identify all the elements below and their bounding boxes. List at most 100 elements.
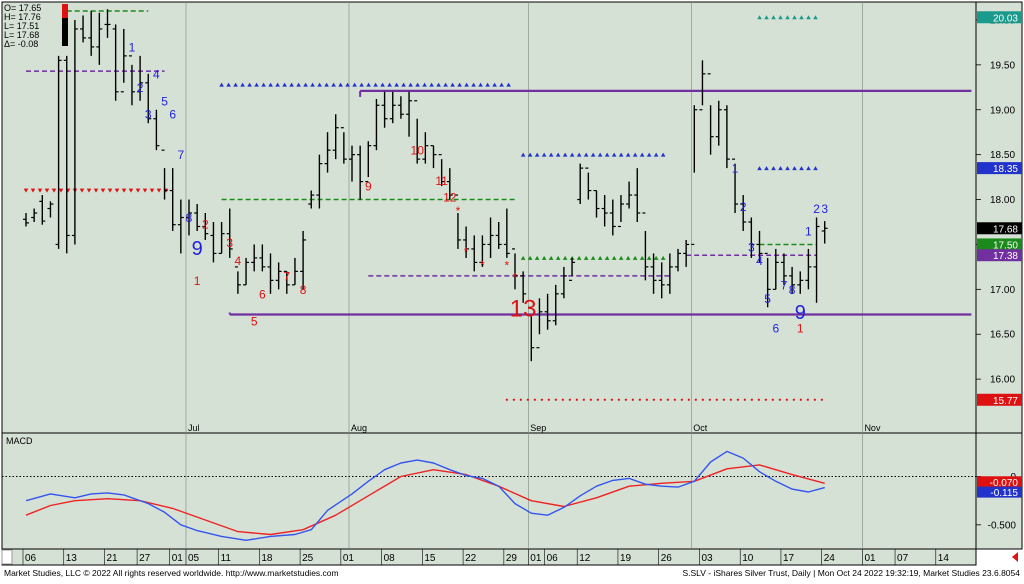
price-tick-label: 19.00 [990,105,1015,116]
date-tick-label: 01 [172,553,184,564]
count-label: 2 [202,217,209,231]
level-dot [582,398,585,401]
price-tick-label: 16.00 [990,375,1015,386]
level-dot [757,398,760,401]
footer-info: S.SLV - iShares Silver Trust, Daily | Mo… [682,568,1020,578]
level-dot [722,398,725,401]
count-label: 7 [178,148,185,162]
level-dot [666,398,669,401]
level-dot [715,398,718,401]
count-label: 12 [443,190,457,204]
count-label: 1 [129,40,136,54]
count-label: 8 [789,283,796,297]
date-tick-label: 05 [188,553,200,564]
level-dot [687,398,690,401]
count-label: 6 [169,108,176,122]
price-tag-label: 15.77 [993,396,1018,407]
level-dot [596,398,599,401]
count-label: 6 [772,321,779,335]
level-dot [512,398,515,401]
level-dot [554,398,557,401]
count-label: 2 [813,202,820,216]
month-label: Nov [864,423,881,433]
level-dot [694,398,697,401]
count-label: 5 [764,292,771,306]
level-dot [533,398,536,401]
level-dot [736,398,739,401]
level-dot [638,398,641,401]
count-label: 1 [732,162,739,176]
count-label: 2 [740,200,747,214]
price-panel[interactable] [1,1,977,434]
month-label: Sep [530,423,546,433]
count-label: 5 [161,94,168,108]
count-label: 4 [153,67,160,81]
level-dot [610,398,613,401]
date-tick-label: 27 [139,553,151,564]
date-tick-label: 15 [424,553,436,564]
level-dot [631,398,634,401]
date-tick-label: 19 [620,553,632,564]
count-label: 7 [283,269,290,283]
count-label: 9 [192,238,203,260]
count-label: 3 [226,236,233,250]
count-label: * [513,270,518,284]
count-label: * [464,245,469,259]
count-label: 7 [781,278,788,292]
level-dot [771,398,774,401]
level-dot [799,398,802,401]
level-dot [561,398,564,401]
level-dot [750,398,753,401]
date-tick-label: 07 [897,553,909,564]
price-tag-label: 17.38 [993,251,1018,262]
date-tick-label: 01 [343,553,355,564]
count-label: 1 [805,224,812,238]
level-dot [540,398,543,401]
date-tick-label: 18 [261,553,273,564]
date-tick-label: 12 [579,553,591,564]
count-label: * [480,259,485,273]
price-tag-label: 17.68 [993,224,1018,235]
price-tick-label: 17.00 [990,285,1015,296]
level-dot [645,398,648,401]
count-label: 11 [435,174,448,188]
count-label: 3 [821,202,828,216]
price-tick-label: 18.00 [990,195,1015,206]
count-label: 8 [186,211,193,225]
count-label: 1 [797,321,804,335]
count-label: 3 [145,108,152,122]
level-dot [603,398,606,401]
date-tick-label: 06 [547,553,559,564]
level-dot [575,398,578,401]
date-tick-label: 08 [384,553,396,564]
price-tick-label: 16.50 [990,330,1015,341]
date-tick-label: 13 [66,553,78,564]
date-tick-label: 17 [783,553,795,564]
count-label: * [505,259,510,273]
macd-tag-label: -0.115 [990,488,1018,499]
level-dot [652,398,655,401]
count-label: 6 [259,287,266,301]
date-tick-label: 06 [25,553,37,564]
level-dot [820,398,823,401]
level-dot [778,398,781,401]
month-label: Aug [351,423,367,433]
level-dot [729,398,732,401]
date-tick-label: 21 [107,553,119,564]
level-dot [792,398,795,401]
stock-chart: 123456789123456789101112*** **131234567 89… [0,0,1024,579]
macd-tick-label: -0.500 [988,520,1017,531]
count-label: 3 [748,241,755,255]
month-label: Oct [693,423,708,433]
date-tick-label: 26 [661,553,673,564]
level-dot [708,398,711,401]
date-tick-label: 24 [824,553,836,564]
level-dot [526,398,529,401]
level-dot [680,398,683,401]
level-dot [764,398,767,401]
count-label: 9 [365,180,372,194]
level-dot [743,398,746,401]
macd-panel[interactable] [1,432,977,550]
price-tag-label: 18.35 [993,164,1018,175]
level-dot [785,398,788,401]
